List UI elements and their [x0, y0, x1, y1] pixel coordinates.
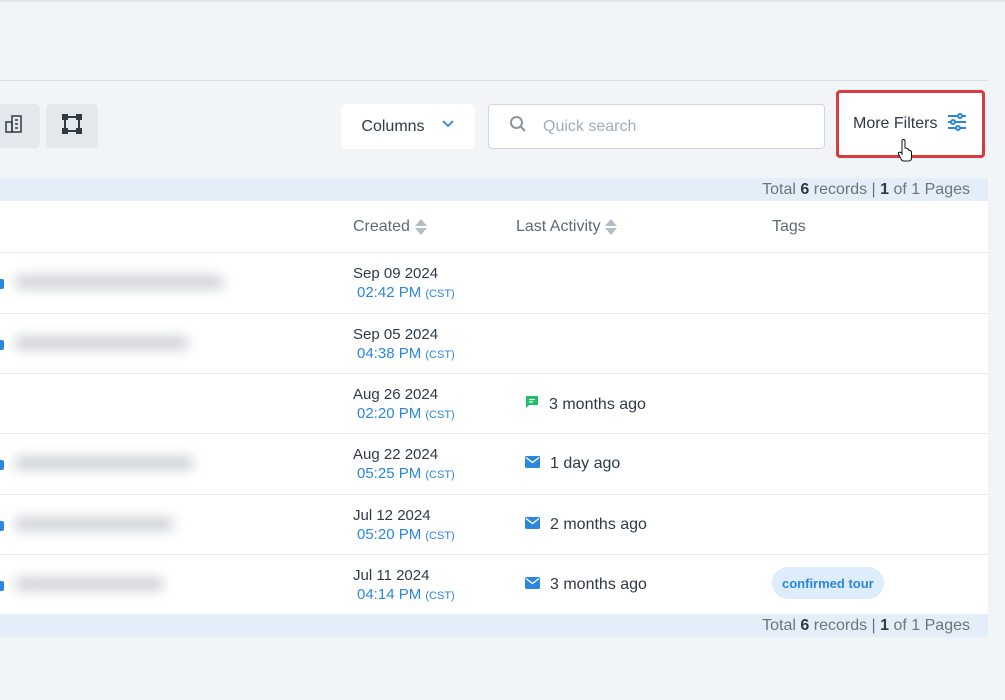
pager-prefix: Total [762, 616, 796, 634]
created-date: Sep 05 2024 [353, 326, 439, 343]
pager-page: 1 [880, 616, 890, 634]
last-activity-text: 2 months ago [550, 516, 647, 533]
redacted-name [4, 434, 284, 494]
created-timezone: (CST) [425, 590, 455, 602]
created-time: 04:38 PM [357, 345, 422, 362]
last-activity-cell: 1 day ago [525, 455, 620, 473]
hand-cursor-icon [897, 138, 913, 168]
created-cell: Jul 12 2024 05:20 PM (CST) [353, 507, 455, 546]
filter-sliders-icon [947, 112, 967, 136]
pager-of-label: of 1 Pages [893, 180, 971, 198]
building-icon [4, 114, 24, 139]
row-checkbox[interactable] [0, 279, 4, 289]
email-icon [525, 576, 540, 594]
created-time: 05:25 PM [357, 465, 422, 482]
redacted-name [4, 253, 284, 313]
created-cell: Jul 11 2024 04:14 PM (CST) [353, 567, 455, 606]
created-date: Jul 12 2024 [353, 507, 431, 524]
sort-icon [414, 218, 427, 235]
pager-of-label: of 1 Pages [893, 616, 971, 634]
created-header-label: Created [353, 217, 410, 235]
created-date: Jul 11 2024 [353, 567, 430, 584]
frame-icon [62, 113, 82, 139]
last-activity-text: 1 day ago [550, 455, 621, 472]
created-cell: Sep 09 2024 02:42 PM (CST) [353, 265, 455, 304]
last-activity-cell: 2 months ago [525, 516, 647, 534]
row-checkbox[interactable] [0, 581, 4, 591]
select-frame-button[interactable] [46, 104, 98, 148]
last-activity-text: 3 months ago [550, 576, 647, 593]
created-column-header[interactable]: Created [353, 201, 427, 252]
quick-search-box[interactable] [488, 104, 825, 149]
table-row[interactable]: Jul 12 2024 05:20 PM (CST) 2 months ago [0, 494, 988, 554]
row-checkbox[interactable] [0, 340, 4, 350]
table-row[interactable]: Jul 11 2024 04:14 PM (CST) 3 months ago … [0, 554, 988, 614]
table-row[interactable]: Aug 22 2024 05:25 PM (CST) 1 day ago [0, 433, 988, 494]
records-table: Created Last Activity Tags Sep 09 2024 0… [0, 201, 988, 614]
table-row[interactable]: Sep 05 2024 04:38 PM (CST) [0, 313, 988, 373]
redacted-name [4, 314, 284, 373]
created-date: Aug 26 2024 [353, 386, 439, 403]
table-row[interactable]: Aug 26 2024 02:20 PM (CST) 3 months ago [0, 373, 988, 433]
email-icon [525, 455, 540, 473]
created-date: Aug 22 2024 [353, 446, 439, 463]
pager-record-count: 6 [800, 616, 810, 634]
table-row[interactable]: Sep 09 2024 02:42 PM (CST) [0, 252, 988, 313]
sort-icon [605, 218, 618, 235]
pager-records-label: records | [813, 616, 876, 634]
chat-icon [525, 395, 539, 414]
redacted-name [4, 495, 284, 554]
chevron-down-icon [441, 117, 455, 136]
building-view-button[interactable] [0, 104, 40, 148]
pagination-summary-bottom: Total 6 records | 1 of 1 Pages [0, 614, 988, 637]
created-time: 04:14 PM [357, 586, 422, 603]
created-timezone: (CST) [425, 288, 455, 300]
row-checkbox[interactable] [0, 521, 4, 531]
last-activity-cell: 3 months ago [525, 395, 646, 414]
tags-header-label: Tags [772, 217, 806, 235]
pagination-summary-top: Total 6 records | 1 of 1 Pages [0, 178, 988, 201]
last-activity-cell: 3 months ago [525, 576, 647, 594]
pager-record-count: 6 [800, 180, 810, 198]
email-icon [525, 516, 540, 534]
pager-page: 1 [880, 180, 890, 198]
columns-dropdown[interactable]: Columns [341, 104, 475, 149]
quick-search-input[interactable] [543, 117, 803, 136]
created-timezone: (CST) [425, 469, 455, 481]
pager-records-label: records | [813, 180, 876, 198]
created-time: 05:20 PM [357, 526, 422, 543]
row-checkbox[interactable] [0, 460, 4, 470]
pager-prefix: Total [762, 180, 796, 198]
created-date: Sep 09 2024 [353, 265, 439, 282]
created-cell: Sep 05 2024 04:38 PM (CST) [353, 326, 455, 365]
last-activity-column-header[interactable]: Last Activity [516, 201, 618, 252]
created-cell: Aug 26 2024 02:20 PM (CST) [353, 386, 455, 425]
created-timezone: (CST) [425, 409, 455, 421]
tag-badge[interactable]: confirmed tour [772, 567, 884, 599]
created-time: 02:42 PM [357, 284, 422, 301]
created-timezone: (CST) [425, 530, 455, 542]
created-timezone: (CST) [425, 349, 455, 361]
redacted-name [4, 555, 284, 614]
header-divider [0, 80, 988, 81]
more-filters-label: More Filters [853, 115, 938, 132]
created-cell: Aug 22 2024 05:25 PM (CST) [353, 446, 455, 485]
last-activity-header-label: Last Activity [516, 217, 601, 235]
columns-label: Columns [361, 117, 425, 135]
tags-column-header: Tags [772, 201, 806, 252]
top-border [0, 0, 1005, 2]
created-time: 02:20 PM [357, 405, 422, 422]
last-activity-text: 3 months ago [549, 395, 646, 413]
search-icon [509, 115, 527, 138]
